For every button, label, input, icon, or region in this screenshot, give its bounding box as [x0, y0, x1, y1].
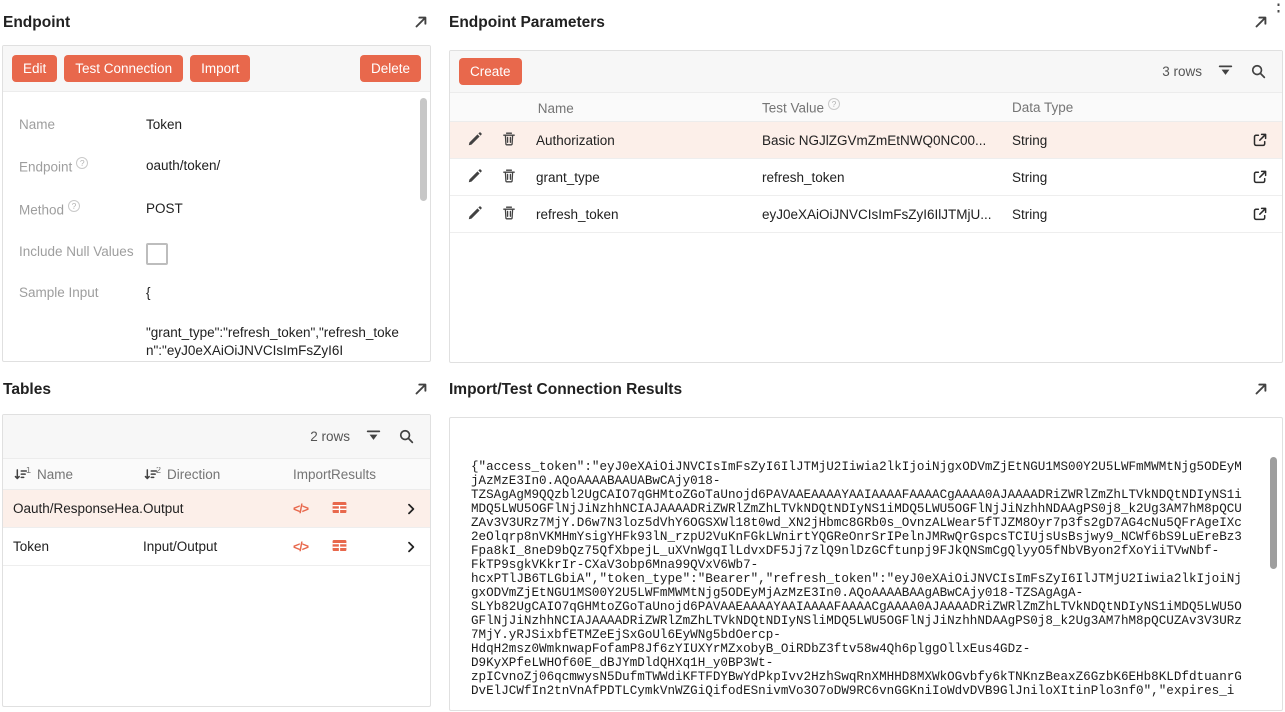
param-row[interactable]: Authorization Basic NGJlZGVmZmEtNWQ0NC00…	[450, 122, 1282, 159]
endpoint-panel-title: Endpoint	[3, 14, 70, 32]
params-panel-header: Endpoint Parameters	[449, 14, 1271, 32]
expand-icon[interactable]	[1253, 381, 1271, 399]
chevron-right-icon[interactable]	[377, 540, 430, 554]
results-panel: {"access_token":"eyJ0eXAiOiJNVCIsImFsZyI…	[449, 417, 1283, 711]
method-label: Method?	[19, 200, 146, 220]
name-label: Name	[19, 116, 146, 134]
sample-input-json: "grant_type":"refresh_token","refresh_to…	[146, 324, 412, 360]
expand-icon[interactable]	[413, 381, 431, 399]
param-data-type-cell: String	[1012, 170, 1238, 185]
results-panel-header: Import/Test Connection Results	[449, 381, 1271, 399]
tables-panel: 2 rows 1 Name 2 Direction Import Results…	[2, 414, 431, 707]
delete-trash-icon[interactable]	[501, 131, 517, 150]
tables-col-import: Import	[293, 467, 331, 482]
field-sample-input: Sample Input { "grant_type":"refresh_tok…	[19, 284, 412, 361]
filter-icon[interactable]	[365, 428, 383, 446]
sample-input-value: { "grant_type":"refresh_token","refresh_…	[146, 284, 412, 361]
results-table-icon[interactable]	[331, 499, 377, 519]
endpoint-detail-fields: Name Token Endpoint? oauth/token/ Method…	[3, 92, 430, 362]
include-null-checkbox[interactable]	[146, 243, 168, 265]
param-test-value-cell: refresh_token	[762, 170, 1012, 185]
filter-icon[interactable]	[1217, 63, 1235, 81]
test-connection-button[interactable]: Test Connection	[64, 55, 183, 83]
param-test-value-cell: Basic NGJlZGVmZmEtNWQ0NC00...	[762, 133, 1012, 148]
search-icon[interactable]	[398, 428, 416, 446]
param-name-cell: grant_type	[536, 170, 762, 185]
field-name: Name Token	[19, 116, 412, 134]
table-row[interactable]: Oauth/ResponseHea... Output </>	[3, 490, 430, 528]
table-name-cell: Token	[3, 539, 143, 554]
endpoint-label: Endpoint?	[19, 157, 146, 177]
sample-input-open-brace: {	[146, 285, 151, 300]
endpoint-panel: Edit Test Connection Import Delete Name …	[2, 45, 431, 362]
import-code-icon[interactable]: </>	[293, 539, 331, 554]
tables-header-row: 1 Name 2 Direction Import Results	[3, 459, 430, 490]
params-row-count: 3 rows	[1162, 64, 1202, 79]
table-direction-cell: Input/Output	[143, 539, 293, 554]
sort-icon: 2	[143, 467, 161, 482]
delete-trash-icon[interactable]	[501, 205, 517, 224]
param-name-cell: Authorization	[536, 133, 762, 148]
endpoint-panel-header: Endpoint	[3, 14, 431, 32]
params-col-test-value[interactable]: Test Value?	[762, 98, 1012, 116]
tables-panel-title: Tables	[3, 381, 51, 399]
edit-pencil-icon[interactable]	[467, 168, 483, 187]
open-in-new-icon[interactable]	[1238, 132, 1282, 148]
param-row[interactable]: grant_type refresh_token String	[450, 159, 1282, 196]
table-name-cell: Oauth/ResponseHea...	[3, 501, 143, 516]
name-value: Token	[146, 116, 412, 134]
endpoint-scrollbar[interactable]	[420, 98, 427, 201]
sample-input-label: Sample Input	[19, 284, 146, 361]
results-output[interactable]: {"access_token":"eyJ0eXAiOiJNVCIsImFsZyI…	[471, 460, 1260, 706]
params-toolbar: Create 3 rows	[450, 51, 1282, 93]
chevron-right-icon[interactable]	[377, 502, 430, 516]
help-icon[interactable]: ?	[68, 200, 80, 212]
expand-icon[interactable]	[413, 14, 431, 32]
params-col-name[interactable]: 2 Name	[536, 98, 762, 116]
param-name-cell: refresh_token	[536, 207, 762, 222]
tables-col-results: Results	[331, 467, 377, 482]
search-icon[interactable]	[1250, 63, 1268, 81]
include-null-label: Include Null Values	[19, 243, 146, 265]
tables-row-count: 2 rows	[310, 429, 350, 444]
open-in-new-icon[interactable]	[1238, 169, 1282, 185]
method-value: POST	[146, 200, 412, 220]
endpoint-toolbar: Edit Test Connection Import Delete	[3, 46, 430, 92]
param-data-type-cell: String	[1012, 207, 1238, 222]
sort-icon: 1	[13, 467, 31, 482]
tables-col-name[interactable]: 1 Name	[3, 467, 143, 482]
results-scrollbar[interactable]	[1270, 457, 1277, 569]
field-endpoint: Endpoint? oauth/token/	[19, 157, 412, 177]
help-icon[interactable]: ?	[76, 157, 88, 169]
edit-pencil-icon[interactable]	[467, 205, 483, 224]
results-panel-title: Import/Test Connection Results	[449, 381, 682, 399]
tables-toolbar: 2 rows	[3, 415, 430, 459]
edit-button[interactable]: Edit	[12, 55, 57, 83]
param-data-type-cell: String	[1012, 133, 1238, 148]
field-include-null: Include Null Values	[19, 243, 412, 265]
tables-panel-header: Tables	[3, 381, 431, 399]
expand-icon[interactable]	[1253, 14, 1271, 32]
params-panel: Create 3 rows 2 Name Test Value? Data Ty…	[449, 50, 1283, 363]
table-direction-cell: Output	[143, 501, 293, 516]
kebab-menu-icon[interactable]: ⋮	[1269, 0, 1285, 17]
import-button[interactable]: Import	[190, 55, 250, 83]
edit-pencil-icon[interactable]	[467, 131, 483, 150]
results-table-icon[interactable]	[331, 537, 377, 557]
params-col-data-type[interactable]: Data Type	[1012, 100, 1238, 115]
param-test-value-cell: eyJ0eXAiOiJNVCIsImFsZyI6IlJTMjU...	[762, 207, 1012, 222]
params-panel-title: Endpoint Parameters	[449, 14, 605, 32]
tables-col-direction[interactable]: 2 Direction	[143, 467, 293, 482]
help-icon[interactable]: ?	[828, 98, 840, 110]
create-button[interactable]: Create	[459, 58, 522, 86]
table-row[interactable]: Token Input/Output </>	[3, 528, 430, 566]
params-header-row: 2 Name Test Value? Data Type	[450, 93, 1282, 122]
field-method: Method? POST	[19, 200, 412, 220]
delete-trash-icon[interactable]	[501, 168, 517, 187]
open-in-new-icon[interactable]	[1238, 206, 1282, 222]
import-code-icon[interactable]: </>	[293, 501, 331, 516]
param-row[interactable]: refresh_token eyJ0eXAiOiJNVCIsImFsZyI6Il…	[450, 196, 1282, 233]
delete-button[interactable]: Delete	[360, 55, 421, 83]
endpoint-value: oauth/token/	[146, 157, 412, 177]
